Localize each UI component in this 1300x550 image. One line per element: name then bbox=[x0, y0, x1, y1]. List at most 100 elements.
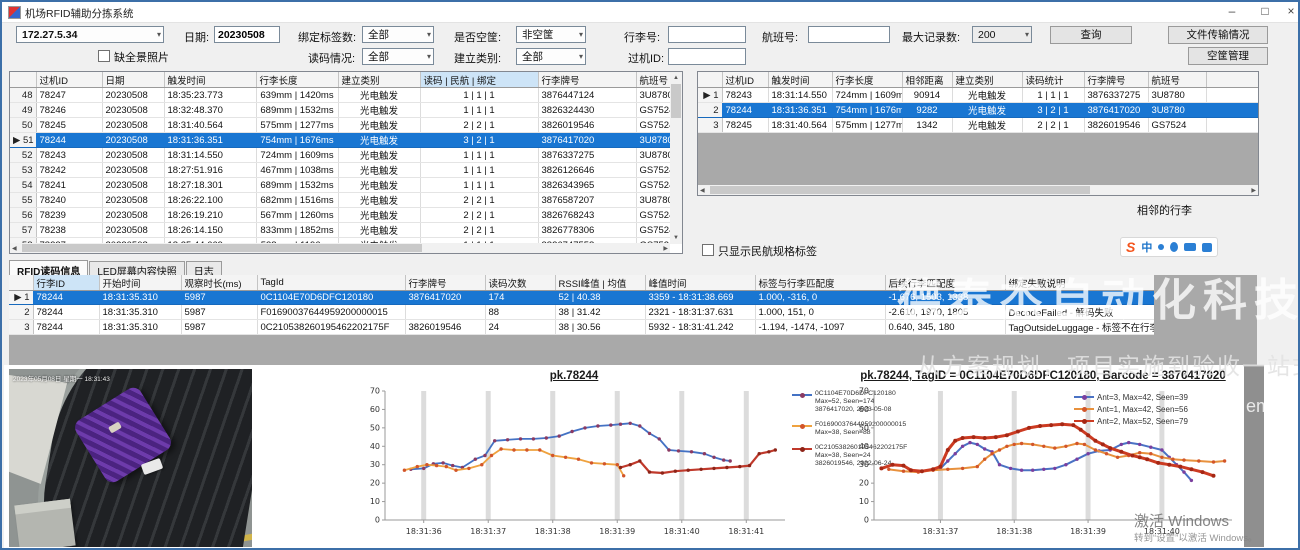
column-header[interactable]: 触发时间 bbox=[768, 72, 832, 88]
svg-text:20: 20 bbox=[859, 479, 869, 488]
ime-language-toggle[interactable]: 中 bbox=[1141, 239, 1152, 255]
column-header[interactable]: 日期 bbox=[102, 72, 164, 88]
cell: 3876587207 bbox=[538, 193, 636, 208]
missing-photo-checkbox[interactable]: 缺全景照片 bbox=[98, 48, 169, 66]
column-header[interactable]: 过机ID bbox=[722, 72, 768, 88]
data-point bbox=[538, 448, 541, 451]
pen-icon[interactable] bbox=[1158, 244, 1164, 250]
column-header[interactable]: 绑定失败说明 bbox=[1005, 275, 1154, 291]
civil-only-checkbox[interactable]: 只显示民航规格标签 bbox=[702, 242, 817, 260]
table-row[interactable]: 56782392023050818:26:19.210567mm | 1260m… bbox=[10, 208, 670, 223]
file-transfer-button[interactable]: 文件传输情况 bbox=[1168, 26, 1268, 44]
scroll-right-icon[interactable]: ▶ bbox=[663, 245, 668, 253]
sogou-logo-icon[interactable]: S bbox=[1126, 239, 1135, 255]
table-row[interactable]: 48782472023050818:35:23.773639mm | 1420m… bbox=[10, 88, 670, 103]
cell: 3 | 2 | 1 bbox=[1022, 103, 1084, 118]
maximize-button[interactable]: □ bbox=[1250, 3, 1280, 20]
cell: 20230508 bbox=[102, 88, 164, 103]
data-point bbox=[1171, 458, 1174, 461]
max-records-select[interactable]: 200▾ bbox=[972, 26, 1032, 43]
table-row[interactable]: 37824418:31:35.31059870C2105382601954622… bbox=[9, 320, 1154, 335]
table-row[interactable]: ▶ 51782442023050818:31:36.351754mm | 167… bbox=[10, 133, 670, 148]
column-header[interactable]: 观察时长(ms) bbox=[181, 275, 257, 291]
column-header[interactable] bbox=[1206, 72, 1258, 88]
gridline-band bbox=[421, 391, 426, 520]
table-row[interactable]: 37824518:31:40.564575mm | 1277ms1342光电触发… bbox=[698, 118, 1258, 133]
machine-id-input[interactable] bbox=[668, 48, 746, 65]
column-header[interactable]: 读码统计 bbox=[1022, 72, 1084, 88]
microphone-icon[interactable] bbox=[1170, 242, 1178, 252]
column-header[interactable]: 建立类别 bbox=[952, 72, 1022, 88]
cell bbox=[405, 305, 485, 320]
ime-toolbar[interactable]: S 中 bbox=[1120, 237, 1218, 257]
svg-text:18:31:40: 18:31:40 bbox=[1144, 527, 1180, 536]
table-row[interactable]: 57782382023050818:26:14.150833mm | 1852m… bbox=[10, 223, 670, 238]
column-header[interactable]: 航班号 bbox=[1148, 72, 1206, 88]
table-row[interactable]: ▶ 17824418:31:35.31059870C1104E70D6DFC12… bbox=[9, 291, 1154, 305]
column-header[interactable]: 开始时间 bbox=[99, 275, 181, 291]
data-point bbox=[1020, 442, 1023, 445]
column-header[interactable]: 相邻距离 bbox=[902, 72, 952, 88]
data-point bbox=[748, 464, 751, 467]
table-row[interactable]: 52782432023050818:31:14.550724mm | 1609m… bbox=[10, 148, 670, 163]
table-row[interactable]: 53782422023050818:27:51.916467mm | 1038m… bbox=[10, 163, 670, 178]
chevron-down-icon: ▾ bbox=[1025, 30, 1029, 39]
table-row[interactable]: 49782462023050818:32:48.370689mm | 1532m… bbox=[10, 103, 670, 118]
column-header[interactable]: TagId bbox=[257, 275, 405, 291]
column-header[interactable]: 建立类别 bbox=[338, 72, 420, 88]
column-header[interactable]: 行李牌号 bbox=[1084, 72, 1148, 88]
column-header[interactable]: 行李长度 bbox=[832, 72, 902, 88]
column-header[interactable]: 行李牌号 bbox=[538, 72, 636, 88]
read-code-select[interactable]: 全部▾ bbox=[362, 48, 434, 65]
scroll-left-icon[interactable]: ◀ bbox=[700, 187, 705, 195]
column-header[interactable]: 行李长度 bbox=[256, 72, 338, 88]
date-input[interactable] bbox=[214, 26, 280, 43]
column-header[interactable]: 过机ID bbox=[36, 72, 102, 88]
table-row[interactable]: 27824418:31:36.351754mm | 1676ms9282光电触发… bbox=[698, 103, 1258, 118]
column-header[interactable]: 后续行李匹配度 bbox=[885, 275, 1005, 291]
empty-basket-mgmt-button[interactable]: 空筐管理 bbox=[1188, 47, 1268, 65]
cell: 1.000, 151, 0 bbox=[755, 305, 885, 320]
column-header[interactable] bbox=[9, 275, 33, 291]
title-bar[interactable]: 机场RFID辅助分拣系统 – □ × bbox=[2, 2, 1298, 23]
chevron-down-icon: ▾ bbox=[579, 30, 583, 39]
toolbox-icon[interactable] bbox=[1202, 243, 1212, 252]
scroll-down-icon[interactable]: ▼ bbox=[673, 234, 679, 242]
query-button[interactable]: 查询 bbox=[1050, 26, 1132, 44]
flight-no-input[interactable] bbox=[808, 26, 890, 43]
data-point bbox=[1116, 456, 1119, 459]
scroll-left-icon[interactable]: ◀ bbox=[12, 245, 17, 253]
server-ip-select[interactable]: 172.27.5.34▾ bbox=[16, 26, 164, 43]
column-header[interactable]: 读码 | 民航 | 绑定 bbox=[420, 72, 538, 88]
minimize-button[interactable]: – bbox=[1217, 3, 1247, 20]
column-header[interactable]: 标签与行李匹配度 bbox=[755, 275, 885, 291]
column-header[interactable]: 触发时间 bbox=[164, 72, 256, 88]
column-header[interactable]: 峰值时间 bbox=[645, 275, 755, 291]
luggage-no-input[interactable] bbox=[668, 26, 746, 43]
cell: 18:26:14.150 bbox=[164, 223, 256, 238]
column-header[interactable]: 行李牌号 bbox=[405, 275, 485, 291]
table-row[interactable]: 54782412023050818:27:18.301689mm | 1532m… bbox=[10, 178, 670, 193]
bind-tag-select[interactable]: 全部▾ bbox=[362, 26, 434, 43]
vertical-scrollbar[interactable]: ▲ ▼ bbox=[670, 72, 682, 244]
table-row[interactable]: ▶ 17824318:31:14.550724mm | 1609ms90914光… bbox=[698, 88, 1258, 103]
create-type-select[interactable]: 全部▾ bbox=[516, 48, 586, 65]
column-header[interactable]: 行李ID bbox=[33, 275, 99, 291]
table-row[interactable]: 50782452023050818:31:40.564575mm | 1277m… bbox=[10, 118, 670, 133]
column-header[interactable]: RSSI峰值 | 均值 bbox=[555, 275, 645, 291]
column-header[interactable] bbox=[698, 72, 722, 88]
empty-basket-select[interactable]: 非空筐▾ bbox=[516, 26, 586, 43]
horizontal-scrollbar[interactable]: ◀ ▶ bbox=[698, 185, 1258, 195]
scroll-up-icon[interactable]: ▲ bbox=[673, 74, 679, 82]
column-header[interactable]: 航班号 bbox=[636, 72, 670, 88]
scroll-right-icon[interactable]: ▶ bbox=[1251, 187, 1256, 195]
cell: GS7524 bbox=[636, 178, 670, 193]
table-row[interactable]: 55782402023050818:26:22.100682mm | 1516m… bbox=[10, 193, 670, 208]
column-header[interactable] bbox=[10, 72, 36, 88]
data-point bbox=[983, 436, 987, 440]
keyboard-icon[interactable] bbox=[1184, 243, 1196, 251]
table-row[interactable]: 27824418:31:35.3105987F01690037644959200… bbox=[9, 305, 1154, 320]
column-header[interactable]: 读码次数 bbox=[485, 275, 555, 291]
close-button[interactable]: × bbox=[1283, 3, 1299, 20]
horizontal-scrollbar[interactable]: ◀ ▶ bbox=[10, 243, 670, 253]
